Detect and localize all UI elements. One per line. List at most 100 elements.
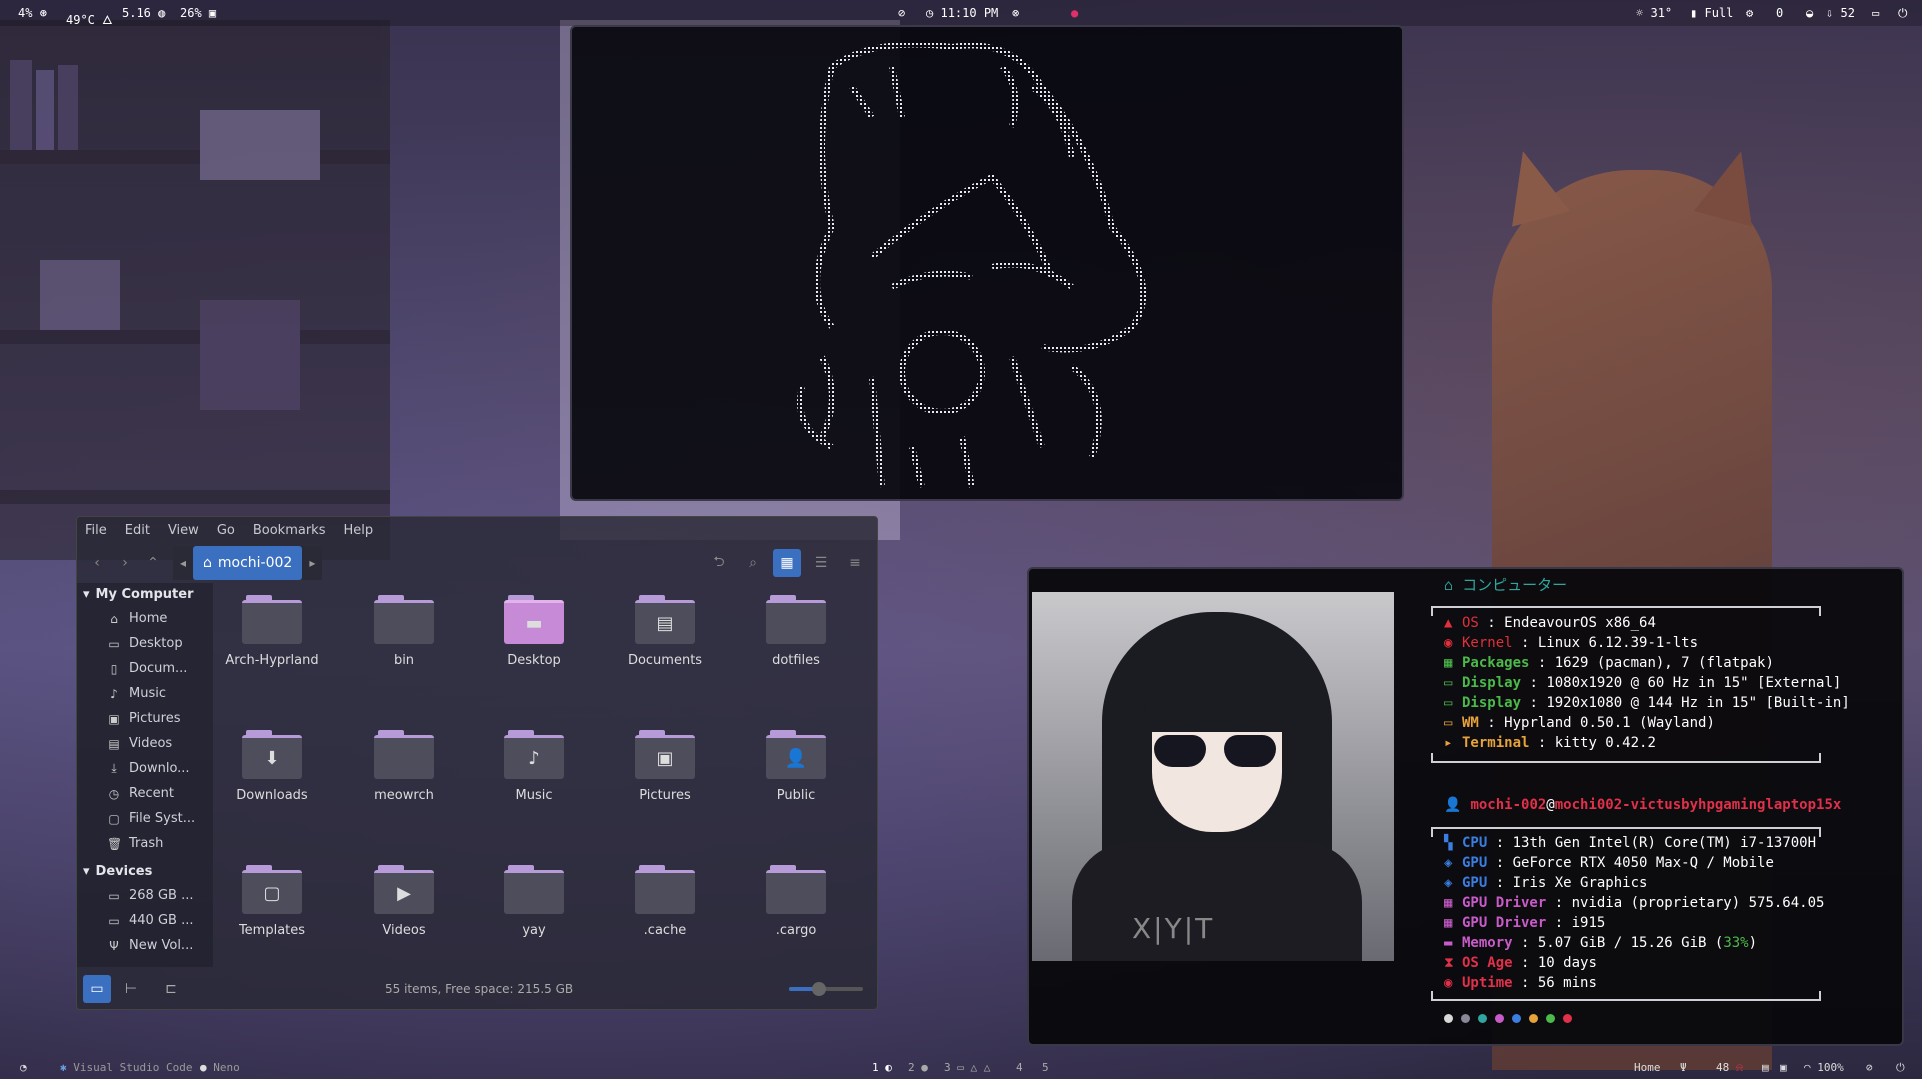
clipboard-icon[interactable]: ▤ bbox=[1762, 1061, 1769, 1074]
path-scroll-left-icon[interactable]: ◂ bbox=[173, 546, 193, 580]
folder-videos[interactable]: ▶ Videos bbox=[349, 857, 459, 967]
folder-public[interactable]: 👤 Public bbox=[741, 722, 851, 832]
power-icon[interactable]: ⏻ bbox=[1896, 1061, 1905, 1075]
battery-status[interactable]: ▮ Full bbox=[1690, 6, 1733, 20]
desktop-folder-icon: ▬ bbox=[504, 595, 564, 644]
places-pane-icon[interactable]: ▭ bbox=[83, 975, 111, 1003]
folder-cargo[interactable]: .cargo bbox=[741, 857, 851, 967]
menu-help[interactable]: Help bbox=[343, 523, 373, 538]
record-dot-icon[interactable]: ● bbox=[1071, 6, 1078, 20]
file-manager-window[interactable]: File Edit View Go Bookmarks Help ‹ › ⌃ ◂… bbox=[76, 516, 878, 1010]
terminal-window-ascii[interactable] bbox=[570, 25, 1404, 501]
sidebar-item-desktop[interactable]: ▭ Desktop bbox=[77, 631, 213, 656]
clock[interactable]: ◷ 11:10 PM bbox=[926, 6, 998, 20]
workspace-5[interactable]: 5 bbox=[1042, 1061, 1049, 1074]
volume[interactable]: ◠ 100% bbox=[1804, 1061, 1844, 1074]
launcher-icon[interactable]: ◔ bbox=[20, 1061, 27, 1074]
workspace-4[interactable]: 4 bbox=[1016, 1061, 1023, 1074]
menu-bookmarks[interactable]: Bookmarks bbox=[253, 523, 326, 538]
folder-meowrch[interactable]: meowrch bbox=[349, 722, 459, 832]
disk-usage[interactable]: 26% ▣ bbox=[180, 6, 216, 20]
folder-music[interactable]: ♪ Music bbox=[479, 722, 589, 832]
lock-icon[interactable]: ▣ bbox=[1780, 1061, 1787, 1074]
wifi-icon[interactable]: ◒ bbox=[1806, 6, 1813, 20]
anime-avatar-image: X|Y|T bbox=[1032, 592, 1394, 961]
forward-arrow-icon[interactable]: › bbox=[111, 549, 139, 577]
compact-view-icon[interactable]: ≡ bbox=[841, 549, 869, 577]
folder-templates[interactable]: ▢ Templates bbox=[217, 857, 327, 967]
toggle-location-icon[interactable]: ⮌ bbox=[705, 549, 733, 577]
folder-documents[interactable]: ▤ Documents bbox=[610, 587, 720, 697]
updates[interactable]: ⇩ 52 bbox=[1826, 6, 1855, 20]
fetch-row-terminal: ▸ Terminal : kitty 0.42.2 bbox=[1444, 735, 1656, 751]
folder-dotfiles[interactable]: dotfiles bbox=[741, 587, 851, 697]
terminal-window-fetch[interactable]: X|Y|T ⌂ コンピューター ▲ OS : EndeavourOS x86_64… bbox=[1027, 567, 1904, 1046]
folder-arch-hyprland[interactable]: Arch-Hyprland bbox=[217, 587, 327, 697]
icon-view-icon[interactable]: ▦ bbox=[773, 549, 801, 577]
menu-view[interactable]: View bbox=[168, 523, 199, 538]
menu-go[interactable]: Go bbox=[217, 523, 235, 538]
folder-bin[interactable]: bin bbox=[349, 587, 459, 697]
menu-file[interactable]: File bbox=[85, 523, 107, 538]
fetch-row-os-age: ⧗ OS Age : 10 days bbox=[1444, 955, 1597, 971]
sidebar-item-drive-268[interactable]: ▭ 268 GB ... bbox=[77, 883, 213, 908]
tree-pane-icon[interactable]: ⊢ bbox=[117, 975, 145, 1003]
sidebar-item-downloads[interactable]: ⤓ Downlo... bbox=[77, 756, 213, 781]
workspace-3[interactable]: 3 ▭ △ △ bbox=[944, 1061, 990, 1074]
folder-cache[interactable]: .cache bbox=[610, 857, 720, 967]
document-icon: ▯ bbox=[110, 661, 118, 676]
folder-pictures[interactable]: ▣ Pictures bbox=[610, 722, 720, 832]
list-view-icon[interactable]: ☰ bbox=[807, 549, 835, 577]
ram-usage[interactable]: 5.16 ◍ bbox=[122, 6, 165, 20]
search-icon[interactable]: ⌕ bbox=[739, 549, 767, 577]
taskbar-app-neno[interactable]: ● Neno bbox=[200, 1061, 240, 1074]
taskbar-app-vscode[interactable]: ✱ Visual Studio Code bbox=[60, 1061, 192, 1074]
sidebar-item-trash[interactable]: 🗑 Trash bbox=[77, 831, 213, 856]
palette-dot bbox=[1478, 1014, 1487, 1023]
up-arrow-icon[interactable]: ⌃ bbox=[139, 549, 167, 577]
fetch-row-uptime: ◉ Uptime : 56 mins bbox=[1444, 975, 1597, 991]
power-icon[interactable]: ⏻ bbox=[1898, 6, 1908, 21]
sidebar-header-devices[interactable]: ▾ Devices bbox=[77, 860, 213, 883]
fetch-row-display-builtin: ▭ Display : 1920x1080 @ 144 Hz in 15" [Bu… bbox=[1444, 695, 1850, 711]
sidebar-item-recent[interactable]: ◷ Recent bbox=[77, 781, 213, 806]
workspace-2[interactable]: 2 ● bbox=[908, 1061, 928, 1074]
weather[interactable]: ☼ 31° bbox=[1636, 6, 1672, 20]
back-arrow-icon[interactable]: ‹ bbox=[83, 549, 111, 577]
usb-icon[interactable]: Ψ bbox=[1680, 1061, 1687, 1074]
hide-sidebar-icon[interactable]: ⊏ bbox=[157, 975, 185, 1003]
idle-inhibitor-icon[interactable]: ⊘ bbox=[898, 6, 905, 20]
settings-icon[interactable]: ⚙ bbox=[1746, 6, 1753, 20]
cpu-usage[interactable]: 4% ⊛ bbox=[18, 6, 47, 20]
path-button-home[interactable]: ⌂ mochi-002 bbox=[193, 546, 303, 580]
sidebar-item-new-volume[interactable]: Ψ New Vol... bbox=[77, 933, 213, 958]
folder-desktop[interactable]: ▬ Desktop bbox=[479, 587, 589, 697]
fetch-row-display-external: ▭ Display : 1080x1920 @ 60 Hz in 15" [Ext… bbox=[1444, 675, 1842, 691]
fetch-row-gpu-intel: ◈ GPU : Iris Xe Graphics bbox=[1444, 875, 1648, 891]
cpu-temp[interactable]: 49°C 🜂 bbox=[66, 6, 113, 31]
zoom-slider-knob[interactable] bbox=[811, 982, 826, 996]
zoom-slider[interactable] bbox=[789, 982, 863, 996]
sidebar-item-home[interactable]: ⌂ Home bbox=[77, 606, 213, 631]
menu-edit[interactable]: Edit bbox=[125, 523, 150, 538]
notification-off-icon[interactable]: ⊗ bbox=[1012, 6, 1019, 20]
sidebar-item-documents[interactable]: ▯ Docum... bbox=[77, 656, 213, 681]
screenshot-icon[interactable]: ▭ bbox=[1872, 6, 1879, 20]
status-bar: ▭ ⊢ ⊏ 55 items, Free space: 215.5 GB bbox=[77, 969, 877, 1009]
folder-downloads[interactable]: ⬇ Downloads bbox=[217, 722, 327, 832]
bluetooth-count[interactable]: 0 bbox=[1776, 6, 1783, 20]
sidebar-item-filesystem[interactable]: ▢ File Syst... bbox=[77, 806, 213, 831]
sidebar-item-videos[interactable]: ▤ Videos bbox=[77, 731, 213, 756]
palette-dot bbox=[1444, 1014, 1453, 1023]
sidebar-item-pictures[interactable]: ▣ Pictures bbox=[77, 706, 213, 731]
sidebar-item-drive-440[interactable]: ▭ 440 GB ... bbox=[77, 908, 213, 933]
workspace-1[interactable]: 1 ◐ bbox=[872, 1061, 892, 1074]
brightness[interactable]: 48 ⍾ bbox=[1716, 1061, 1743, 1075]
mic-mute-icon[interactable]: ⊘ bbox=[1866, 1061, 1873, 1074]
path-scroll-right-icon[interactable]: ▸ bbox=[302, 546, 323, 580]
sidebar-item-music[interactable]: ♪ Music bbox=[77, 681, 213, 706]
folder-yay[interactable]: yay bbox=[479, 857, 589, 967]
sidebar-header-computer[interactable]: ▾ My Computer bbox=[77, 583, 213, 606]
palette-dot bbox=[1495, 1014, 1504, 1023]
bell-icon: ⍾ bbox=[1735, 1061, 1744, 1074]
